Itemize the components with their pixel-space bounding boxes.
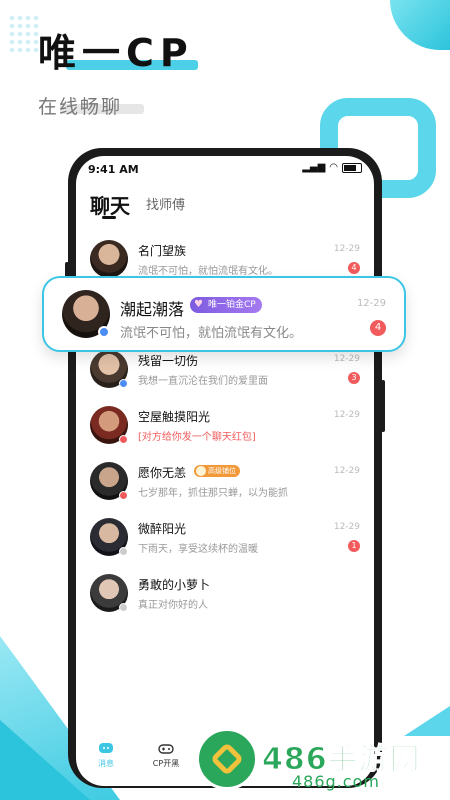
online-status-dot [119,491,128,500]
message-time: 12-29 [333,354,360,364]
message-time: 12-29 [333,466,360,476]
decorative-corner-shape [390,0,450,50]
decorative-dots [8,14,42,52]
conversation-item[interactable]: 残留一切伤 我想一直沉沦在我们的爱里面 12-29 3 [76,350,374,406]
online-status-dot [119,435,128,444]
contact-name: 愿你无恙 [138,466,187,480]
tab-find-master[interactable]: 找师傅 [146,194,185,213]
message-time: 12-29 [333,522,360,532]
contact-name: 勇敢的小萝卜 [138,578,211,592]
message-preview: [对方给你发一个聊天红包] [138,432,256,443]
contact-name: 空屋触摸阳光 [138,410,211,424]
conversation-item[interactable]: 微醉阳光 下雨天，享受这续杯的温暖 12-29 1 [76,518,374,574]
unread-badge: 3 [348,372,360,384]
watermark-logo-icon [196,728,258,790]
contact-name: 微醉阳光 [138,522,187,536]
conversation-item[interactable]: 勇敢的小萝卜 真正对你好的人 [76,574,374,630]
nav-label: 消息 [98,759,114,768]
highlighted-conversation-card[interactable]: 潮起潮落 唯一铂金CP 流氓不可怕，就怕流氓有文化。 12-29 4 [42,276,406,352]
status-icons: ▂▄▆ ◠ [302,162,362,173]
gamepad-icon [158,744,174,754]
message-time: 12-29 [333,244,360,254]
message-preview: 下雨天，享受这续杯的温暖 [138,544,258,555]
offline-status-dot [119,603,128,612]
nav-label: CP开黑 [152,759,180,768]
conversation-item[interactable]: 愿你无恙 高级铺位 七岁那年，抓住那只蝉，以为能抓 12-29 [76,462,374,518]
chat-bubble-icon [99,743,113,753]
message-time: 12-29 [356,298,386,309]
online-status-dot [98,326,110,338]
nav-cp-gaming[interactable]: CP开黑 [136,742,196,769]
unread-badge: 1 [348,540,360,552]
status-time: 9:41 AM [88,163,139,176]
nav-messages[interactable]: 消息 [76,742,136,769]
contact-name: 名门望族 [138,244,187,258]
signal-icon: ▂▄▆ [302,162,326,173]
vip-tag: 高级铺位 [194,465,240,477]
cp-tag: 唯一铂金CP [190,297,262,313]
message-preview: 我想一直沉沦在我们的爱里面 [138,376,268,387]
wifi-icon: ◠ [329,162,338,173]
decorative-triangle-right [404,706,450,736]
message-time: 12-29 [333,410,360,420]
tab-active-indicator [102,216,116,219]
promo-title: 唯一CP [38,31,194,75]
offline-status-dot [119,547,128,556]
contact-name: 潮起潮落 [120,300,185,319]
watermark-url: 486g.com [292,772,380,791]
message-preview: 流氓不可怕，就怕流氓有文化。 [120,326,303,341]
battery-icon [342,162,362,173]
contact-name: 残留一切伤 [138,354,199,368]
message-preview: 流氓不可怕，就怕流氓有文化。 [138,266,278,277]
promo-subtitle: 在线畅聊 [38,96,123,118]
online-status-dot [119,379,128,388]
unread-badge: 4 [370,320,386,336]
tab-chat[interactable]: 聊天 [90,190,130,219]
message-preview: 真正对你好的人 [138,600,208,611]
conversation-item[interactable]: 空屋触摸阳光 [对方给你发一个聊天红包] 12-29 [76,406,374,462]
avatar [90,240,128,278]
message-preview: 七岁那年，抓住那只蝉，以为能抓 [138,488,288,499]
phone-screen: 9:41 AM ▂▄▆ ◠ 聊天 找师傅 名门望族 流氓不可怕，就怕流氓有文化。… [76,156,374,786]
unread-badge: 4 [348,262,360,274]
